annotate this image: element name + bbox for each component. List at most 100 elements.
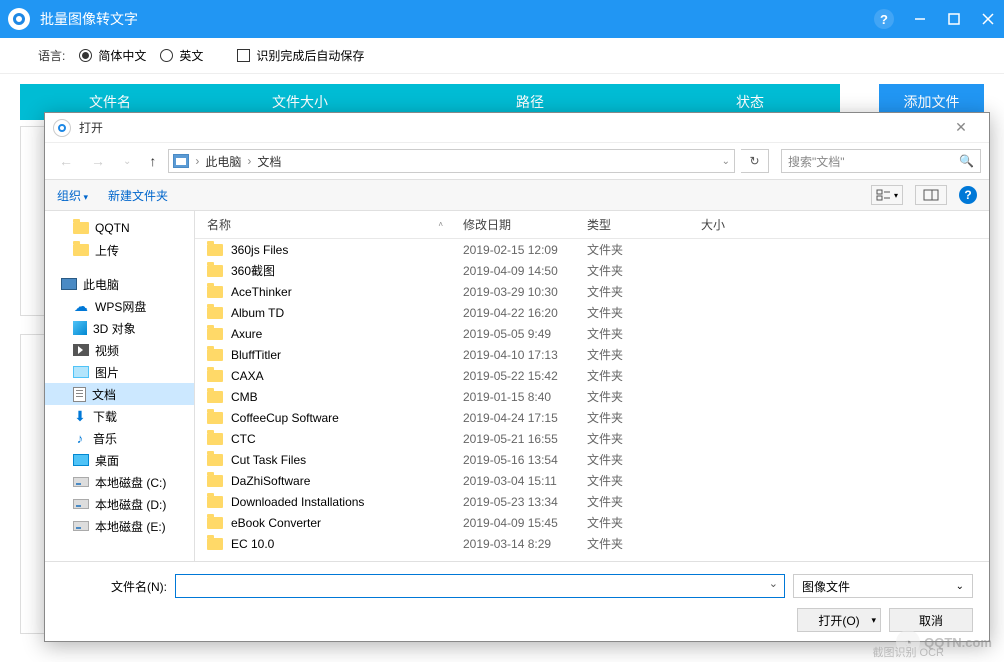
disk-icon [73, 521, 89, 531]
folder-icon [73, 222, 89, 234]
file-row[interactable]: CoffeeCup Software2019-04-24 17:15文件夹 [195, 407, 989, 428]
close-button[interactable] [980, 11, 996, 27]
chevron-down-icon: ⌄ [956, 581, 964, 592]
folder-icon [207, 433, 223, 445]
folder-icon [207, 307, 223, 319]
folder-tree: QQTN 上传 此电脑 ☁WPS网盘 3D 对象 视频 图片 文档 ⬇下载 ♪音… [45, 211, 195, 561]
file-row[interactable]: CTC2019-05-21 16:55文件夹 [195, 428, 989, 449]
tree-item-3d[interactable]: 3D 对象 [45, 317, 194, 339]
file-row[interactable]: eBook Converter2019-04-09 15:45文件夹 [195, 512, 989, 533]
pc-icon [173, 154, 189, 168]
breadcrumb-item-docs[interactable]: 文档 [257, 153, 281, 170]
file-row[interactable]: Downloaded Installations2019-05-23 13:34… [195, 491, 989, 512]
file-row[interactable]: CAXA2019-05-22 15:42文件夹 [195, 365, 989, 386]
desktop-icon [73, 454, 89, 466]
options-toolbar: 语言: 简体中文 英文 识别完成后自动保存 [0, 38, 1004, 74]
file-rows[interactable]: 360js Files2019-02-15 12:09文件夹360截图2019-… [195, 239, 989, 561]
organize-button[interactable]: 组织 [57, 187, 88, 204]
tree-item-downloads[interactable]: ⬇下载 [45, 405, 194, 427]
dialog-close-button[interactable]: ✕ [941, 114, 981, 142]
checkbox-label-autosave: 识别完成后自动保存 [256, 47, 364, 64]
file-row[interactable]: 360截图2019-04-09 14:50文件夹 [195, 260, 989, 281]
sort-asc-icon: ˄ [438, 220, 443, 229]
maximize-button[interactable] [946, 11, 962, 27]
disk-icon [73, 477, 89, 487]
column-size[interactable]: 大小 [701, 216, 781, 233]
language-label: 语言: [38, 47, 65, 64]
file-row[interactable]: Album TD2019-04-22 16:20文件夹 [195, 302, 989, 323]
folder-icon [207, 538, 223, 550]
tree-item-disk-c[interactable]: 本地磁盘 (C:) [45, 471, 194, 493]
folder-icon [207, 496, 223, 508]
nav-history-icon[interactable]: ⌄ [117, 156, 137, 167]
breadcrumb-item-pc[interactable]: 此电脑 [205, 153, 241, 170]
file-row[interactable]: AceThinker2019-03-29 10:30文件夹 [195, 281, 989, 302]
file-row[interactable]: DaZhiSoftware2019-03-04 15:11文件夹 [195, 470, 989, 491]
tree-item-desktop[interactable]: 桌面 [45, 449, 194, 471]
tree-item-qqtn[interactable]: QQTN [45, 217, 194, 239]
tree-item-documents[interactable]: 文档 [45, 383, 194, 405]
chevron-right-icon: › [247, 154, 251, 168]
nav-up-icon[interactable]: ↑ [143, 153, 162, 169]
download-icon: ⬇ [73, 409, 87, 423]
dialog-logo-icon [53, 119, 71, 137]
column-type[interactable]: 类型 [587, 216, 701, 233]
column-name[interactable]: 名称˄ [207, 216, 463, 233]
open-button[interactable]: 打开(O)▾ [797, 608, 881, 632]
search-input[interactable]: 搜索"文档" 🔍 [781, 149, 981, 173]
file-row[interactable]: 360js Files2019-02-15 12:09文件夹 [195, 239, 989, 260]
folder-icon [207, 454, 223, 466]
file-type-filter[interactable]: 图像文件 ⌄ [793, 574, 973, 598]
help-icon[interactable]: ? [874, 9, 894, 29]
document-icon [73, 387, 86, 402]
tree-item-this-pc[interactable]: 此电脑 [45, 273, 194, 295]
dialog-help-icon[interactable]: ? [959, 186, 977, 204]
breadcrumb[interactable]: › 此电脑 › 文档 ⌄ [168, 149, 735, 173]
radio-lang-en[interactable]: 英文 [160, 47, 203, 64]
refresh-button[interactable]: ↻ [741, 149, 769, 173]
checkbox-autosave[interactable]: 识别完成后自动保存 [237, 47, 364, 64]
file-row[interactable]: Cut Task Files2019-05-16 13:54文件夹 [195, 449, 989, 470]
disk-icon [73, 499, 89, 509]
radio-lang-zh[interactable]: 简体中文 [79, 47, 146, 64]
view-mode-button[interactable]: ▾ [871, 185, 903, 205]
folder-icon [207, 328, 223, 340]
tree-item-video[interactable]: 视频 [45, 339, 194, 361]
nav-back-icon[interactable]: ← [53, 153, 79, 169]
tree-item-disk-d[interactable]: 本地磁盘 (D:) [45, 493, 194, 515]
app-title: 批量图像转文字 [40, 9, 874, 29]
cloud-icon: ☁ [73, 300, 89, 312]
cancel-button[interactable]: 取消 [889, 608, 973, 632]
chevron-down-icon[interactable]: ⌄ [722, 156, 730, 167]
filename-input[interactable] [175, 574, 785, 598]
tree-item-wps[interactable]: ☁WPS网盘 [45, 295, 194, 317]
new-folder-button[interactable]: 新建文件夹 [108, 187, 168, 204]
radio-label-zh: 简体中文 [98, 47, 146, 64]
folder-icon [73, 244, 89, 256]
footer-overlay-text: 截图识别 OCR [873, 644, 945, 660]
dialog-nav: ← → ⌄ ↑ › 此电脑 › 文档 ⌄ ↻ 搜索"文档" 🔍 [45, 143, 989, 179]
minimize-button[interactable] [912, 11, 928, 27]
tree-item-disk-e[interactable]: 本地磁盘 (E:) [45, 515, 194, 537]
filename-label: 文件名(N): [61, 578, 167, 595]
chevron-right-icon: › [195, 154, 199, 168]
tree-item-music[interactable]: ♪音乐 [45, 427, 194, 449]
column-date[interactable]: 修改日期 [463, 216, 587, 233]
preview-pane-button[interactable] [915, 185, 947, 205]
music-icon: ♪ [73, 431, 87, 445]
tree-item-upload[interactable]: 上传 [45, 239, 194, 261]
nav-forward-icon[interactable]: → [85, 153, 111, 169]
pc-icon [61, 278, 77, 290]
dialog-footer: 文件名(N): 图像文件 ⌄ 打开(O)▾ 取消 [45, 561, 989, 641]
app-titlebar: 批量图像转文字 ? [0, 0, 1004, 38]
file-row[interactable]: CMB2019-01-15 8:40文件夹 [195, 386, 989, 407]
file-row[interactable]: Axure2019-05-05 9:49文件夹 [195, 323, 989, 344]
dialog-titlebar: 打开 ✕ [45, 113, 989, 143]
search-icon: 🔍 [959, 154, 974, 168]
tree-item-pictures[interactable]: 图片 [45, 361, 194, 383]
folder-icon [207, 412, 223, 424]
file-row[interactable]: EC 10.02019-03-14 8:29文件夹 [195, 533, 989, 554]
file-row[interactable]: BluffTitler2019-04-10 17:13文件夹 [195, 344, 989, 365]
file-open-dialog: 打开 ✕ ← → ⌄ ↑ › 此电脑 › 文档 ⌄ ↻ 搜索"文档" 🔍 组织 … [44, 112, 990, 642]
search-placeholder: 搜索"文档" [788, 153, 959, 170]
